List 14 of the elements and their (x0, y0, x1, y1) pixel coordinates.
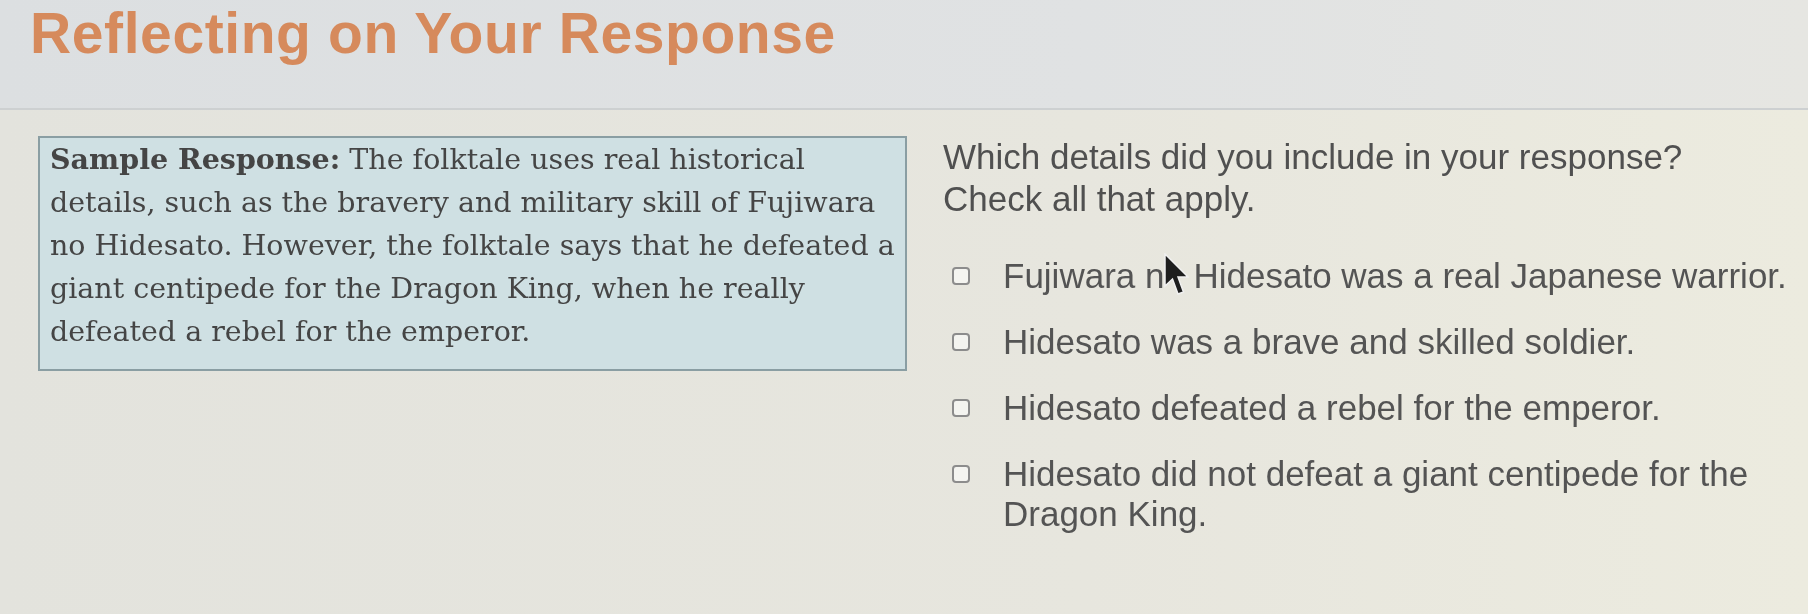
mouse-pointer-icon (1164, 253, 1190, 296)
sample-response-text: Sample Response: The folktale uses real historical details, such as the bravery and military skill of Fujiwara no Hidesato. However, the folktale says that he defeated a giant centipede for the Dragon King, when he really defeated a rebel for the emperor. (50, 141, 896, 350)
instruction-text: Check all that apply. (943, 178, 1257, 220)
option-label[interactable]: Hidesato defeated a rebel for the emperor. (1003, 388, 1661, 428)
question-prompt: Which details did you include in your response? (943, 136, 1684, 178)
option-label[interactable]: Hidesato was a real Japanese warrior. (1193, 256, 1787, 296)
option-label[interactable]: Fujiwara n (1003, 256, 1165, 296)
option-label[interactable]: Hidesato was a brave and skilled soldier. (1003, 322, 1636, 362)
checkbox[interactable] (952, 399, 970, 417)
page-title: Reflecting on Your Response (30, 0, 836, 66)
checkbox[interactable] (952, 333, 970, 351)
checkbox[interactable] (952, 465, 970, 483)
checkbox[interactable] (952, 267, 970, 285)
option-label[interactable]: Hidesato did not defeat a giant centipede for the Dragon King. (1003, 454, 1798, 534)
